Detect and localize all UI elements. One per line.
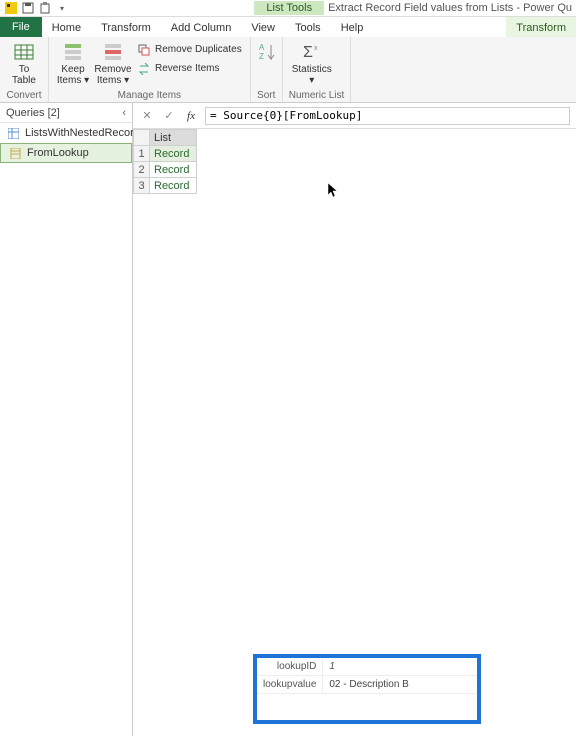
table-icon [13, 41, 35, 63]
query-label: FromLookup [27, 147, 89, 159]
table-row: 3Record [134, 178, 197, 194]
context-tab-label: List Tools [254, 1, 324, 15]
quick-access-toolbar: ▾ [0, 1, 73, 15]
tab-transform[interactable]: Transform [91, 17, 161, 37]
keep-label: Keep Items ▾ [57, 64, 89, 86]
tab-home[interactable]: Home [42, 17, 91, 37]
confirm-formula-icon[interactable]: ✓ [161, 108, 177, 124]
collapse-pane-icon[interactable]: ‹ [122, 107, 126, 119]
ribbon-group-manage: Keep Items ▾ Remove Items ▾ Remove Dupli… [49, 37, 251, 102]
title-center: List Tools Extract Record Field values f… [73, 1, 576, 15]
queries-header: Queries [2] ‹ [0, 103, 132, 123]
svg-text:A: A [259, 43, 265, 52]
ribbon-group-numeric: Σx Statistics ▾ Numeric List [283, 37, 352, 102]
table-row: 1Record [134, 146, 197, 162]
formula-input[interactable] [205, 107, 570, 125]
group-label-numeric: Numeric List [289, 89, 345, 101]
corner-cell [134, 130, 150, 146]
record-value: 02 - Description B [323, 676, 477, 694]
list-grid[interactable]: List 1Record 2Record 3Record [133, 129, 197, 194]
queries-title: Queries [2] [6, 107, 60, 119]
app-icon [4, 1, 18, 15]
main-area: Queries [2] ‹ ListsWithNestedRecords Fro… [0, 103, 576, 736]
column-header-list[interactable]: List [150, 130, 197, 146]
group-label-convert: Convert [6, 89, 42, 101]
tab-file[interactable]: File [0, 17, 42, 37]
cursor-icon [328, 183, 340, 199]
record-field-row: lookupvalue 02 - Description B [257, 676, 477, 694]
save-icon[interactable] [21, 1, 35, 15]
tab-help[interactable]: Help [331, 17, 374, 37]
statistics-button[interactable]: Σx Statistics ▾ [289, 39, 335, 86]
group-label-manage: Manage Items [55, 89, 244, 101]
reverse-items-button[interactable]: Reverse Items [135, 60, 244, 77]
qat-dropdown-icon[interactable]: ▾ [55, 1, 69, 15]
tab-view[interactable]: View [241, 17, 285, 37]
record-link[interactable]: Record [150, 178, 197, 194]
to-table-button[interactable]: To Table [6, 39, 42, 86]
fx-icon[interactable]: fx [183, 108, 199, 124]
formula-bar: ✕ ✓ fx [133, 103, 576, 129]
sort-icon: AZ [257, 41, 279, 63]
to-table-label: To Table [12, 64, 36, 86]
title-bar: ▾ List Tools Extract Record Field values… [0, 0, 576, 17]
remove-items-button[interactable]: Remove Items ▾ [95, 39, 131, 86]
queries-pane: Queries [2] ‹ ListsWithNestedRecords Fro… [0, 103, 133, 736]
ribbon-group-convert: To Table Convert [0, 37, 49, 102]
ribbon-group-sort: AZ Sort [251, 37, 283, 102]
ribbon: To Table Convert Keep Items ▾ Remove Ite… [0, 37, 576, 103]
svg-text:Σ: Σ [303, 44, 313, 61]
keep-items-button[interactable]: Keep Items ▾ [55, 39, 91, 86]
sigma-icon: Σx [301, 41, 323, 63]
stats-label: Statistics ▾ [292, 64, 332, 86]
remove-icon [102, 41, 124, 63]
tab-add-column[interactable]: Add Column [161, 17, 242, 37]
query-label: ListsWithNestedRecords [25, 127, 145, 139]
keep-icon [62, 41, 84, 63]
record-key: lookupvalue [257, 676, 323, 694]
query-item[interactable]: ListsWithNestedRecords [0, 123, 132, 143]
record-link[interactable]: Record [150, 146, 197, 162]
record-key: lookupID [257, 658, 323, 676]
table-small-icon [8, 127, 19, 139]
tab-transform-context[interactable]: Transform [506, 17, 576, 37]
sort-button[interactable]: AZ [257, 39, 279, 63]
svg-text:x: x [314, 45, 318, 52]
record-preview-panel: lookupID 1 lookupvalue 02 - Description … [253, 654, 481, 724]
paste-icon[interactable] [38, 1, 52, 15]
reverse-label: Reverse Items [155, 63, 219, 74]
document-title: Extract Record Field values from Lists -… [328, 2, 576, 14]
remove-duplicates-button[interactable]: Remove Duplicates [135, 41, 244, 58]
row-number: 2 [134, 162, 150, 178]
group-label-sort: Sort [257, 89, 276, 101]
row-number: 3 [134, 178, 150, 194]
content-area: ✕ ✓ fx List 1Record 2Record 3Record [133, 103, 576, 736]
svg-text:Z: Z [259, 52, 264, 61]
ribbon-tabs: File Home Transform Add Column View Tool… [0, 17, 576, 37]
record-value: 1 [323, 658, 477, 676]
reverse-icon [137, 62, 151, 76]
record-link[interactable]: Record [150, 162, 197, 178]
cancel-formula-icon[interactable]: ✕ [139, 108, 155, 124]
tab-tools[interactable]: Tools [285, 17, 331, 37]
list-small-icon [9, 147, 21, 159]
query-item-selected[interactable]: FromLookup [0, 143, 132, 163]
table-row: 2Record [134, 162, 197, 178]
duplicate-icon [137, 43, 151, 57]
row-number: 1 [134, 146, 150, 162]
remove-dup-label: Remove Duplicates [155, 44, 242, 55]
grid-wrap: List 1Record 2Record 3Record lookupID 1 … [133, 129, 576, 736]
record-field-row: lookupID 1 [257, 658, 477, 676]
remove-label: Remove Items ▾ [94, 64, 131, 86]
